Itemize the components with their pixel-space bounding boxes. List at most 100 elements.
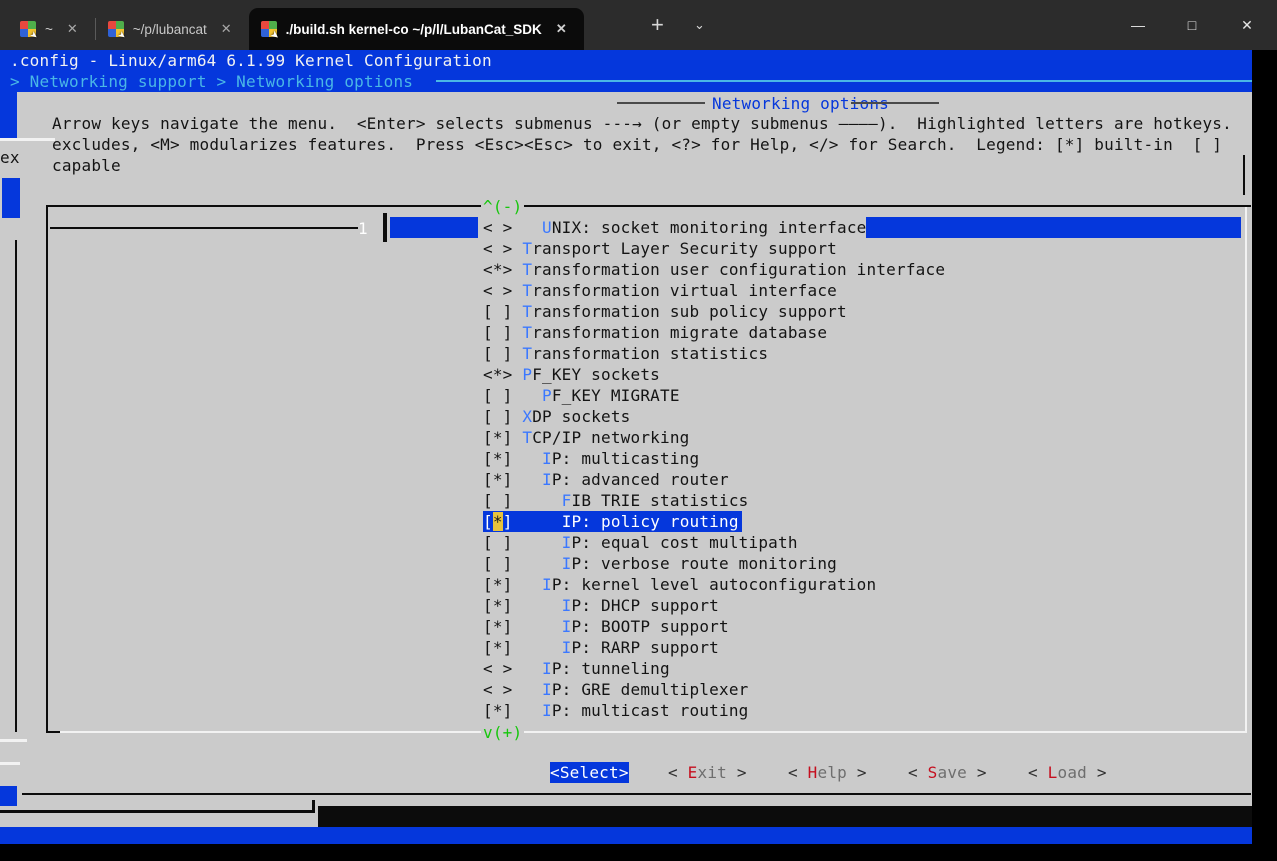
- checkbox-state: [ ]: [483, 554, 562, 573]
- hotkey-letter: I: [562, 638, 572, 657]
- checkbox-state: [*]: [483, 596, 562, 615]
- checkbox-state: [*]: [483, 701, 542, 720]
- menu-item-label: P: GRE demultiplexer: [552, 680, 749, 699]
- kernel-config-title-bar: .config - Linux/arm64 6.1.99 Kernel Conf…: [0, 50, 1252, 71]
- maximize-button[interactable]: □: [1169, 0, 1215, 50]
- menu-item[interactable]: [*] IP: multicast routing: [483, 700, 749, 721]
- minimize-button[interactable]: —: [1115, 0, 1161, 50]
- hotkey-letter: I: [542, 701, 552, 720]
- hotkey-letter: I: [562, 554, 572, 573]
- menu-item[interactable]: < > IP: GRE demultiplexer: [483, 679, 749, 700]
- checkbox-state: <*>: [483, 365, 522, 384]
- button-bracket: >: [967, 763, 987, 782]
- button-bracket: >: [847, 763, 867, 782]
- menu-item[interactable]: [ ] Transformation statistics: [483, 343, 768, 364]
- select-button[interactable]: <Select>: [550, 762, 629, 783]
- menu-item-label: IP: policy routing: [513, 512, 739, 531]
- terminal-app-icon: [261, 21, 277, 37]
- menu-item-label: ransformation user configuration interfa…: [532, 260, 945, 279]
- terminal-tab-1[interactable]: ~✕: [8, 8, 95, 50]
- menu-item[interactable]: [ ] XDP sockets: [483, 406, 631, 427]
- menu-item[interactable]: [*] IP: policy routing: [483, 511, 742, 532]
- hotkey-letter: I: [562, 596, 572, 615]
- menu-item[interactable]: [ ] IP: equal cost multipath: [483, 532, 798, 553]
- tab-title: ~: [45, 22, 53, 37]
- help-line-3: capable: [52, 155, 121, 176]
- button-bracket: <: [788, 763, 808, 782]
- checkbox-state: [ ]: [483, 302, 522, 321]
- menu-item[interactable]: [*] TCP/IP networking: [483, 427, 690, 448]
- checkbox-state: < >: [483, 659, 542, 678]
- new-tab-button[interactable]: +: [651, 12, 664, 38]
- button-bracket: >: [1087, 763, 1107, 782]
- bottom-blue-bar: [0, 827, 1252, 844]
- tab-close-icon[interactable]: ✕: [62, 19, 83, 39]
- menu-item[interactable]: <*> PF_KEY sockets: [483, 364, 660, 385]
- tab-close-icon[interactable]: ✕: [551, 19, 572, 39]
- menu-item-label: P: multicast routing: [552, 701, 749, 720]
- menu-item[interactable]: [ ] PF_KEY MIGRATE: [483, 385, 680, 406]
- checkbox-state: < >: [483, 218, 542, 237]
- artifact-bottom-line: [0, 810, 315, 813]
- hotkey-letter: I: [562, 533, 572, 552]
- hotkey-letter: I: [562, 617, 572, 636]
- menu-item[interactable]: < > Transport Layer Security support: [483, 238, 837, 259]
- hotkey-letter: T: [522, 428, 532, 447]
- menu-item[interactable]: [*] IP: advanced router: [483, 469, 729, 490]
- artifact-bottom-tick: [312, 800, 315, 813]
- menu-item[interactable]: <*> Transformation user configuration in…: [483, 259, 945, 280]
- checkbox-state: [ ]: [483, 323, 522, 342]
- scroll-up-indicator: ^(-): [481, 196, 524, 217]
- menu-item[interactable]: [*] IP: multicasting: [483, 448, 699, 469]
- help-button[interactable]: < Help >: [788, 762, 867, 783]
- artifact-vline-right: [1243, 155, 1245, 195]
- hotkey-letter: I: [542, 449, 552, 468]
- button-label: ave: [938, 763, 968, 782]
- terminal-tab-2[interactable]: ~/p/lubancat ✕: [96, 8, 249, 50]
- checkbox-state: [*]: [483, 470, 542, 489]
- menu-item-label: IB TRIE statistics: [572, 491, 749, 510]
- under-dialog-black: [318, 806, 1252, 827]
- menu-item[interactable]: < > Transformation virtual interface: [483, 280, 837, 301]
- menu-item-label: P: RARP support: [572, 638, 720, 657]
- menu-item[interactable]: [ ] Transformation migrate database: [483, 322, 827, 343]
- menu-item[interactable]: [*] IP: kernel level autoconfiguration: [483, 574, 876, 595]
- menu-item-label: ransformation sub policy support: [532, 302, 847, 321]
- menu-item[interactable]: < > UNIX: socket monitoring interface: [483, 217, 867, 238]
- exit-button[interactable]: < Exit >: [668, 762, 747, 783]
- menu-item-label: F_KEY sockets: [532, 365, 660, 384]
- hotkey-letter: U: [542, 218, 552, 237]
- artifact-white-line2: [0, 739, 27, 742]
- artifact-stray-one: 1: [358, 218, 368, 239]
- close-button[interactable]: ✕: [1224, 0, 1270, 50]
- button-bracket: <: [668, 763, 688, 782]
- listbox-border-left: [46, 205, 48, 733]
- menu-item[interactable]: [ ] IP: verbose route monitoring: [483, 553, 837, 574]
- menu-item[interactable]: [*] IP: RARP support: [483, 637, 719, 658]
- button-hotkey: H: [808, 763, 818, 782]
- tab-title: ~/p/lubancat: [133, 22, 207, 37]
- checkbox-state: [ ]: [483, 344, 522, 363]
- load-button[interactable]: < Load >: [1028, 762, 1107, 783]
- menu-item[interactable]: [ ] FIB TRIE statistics: [483, 490, 749, 511]
- hotkey-letter: P: [522, 365, 532, 384]
- artifact-blue-square: [0, 786, 17, 806]
- artifact-white-line3: [0, 762, 20, 765]
- save-button[interactable]: < Save >: [908, 762, 987, 783]
- menu-item[interactable]: < > IP: tunneling: [483, 658, 670, 679]
- hotkey-letter: I: [542, 470, 552, 489]
- menu-item[interactable]: [*] IP: BOOTP support: [483, 616, 729, 637]
- artifact-blue-strip: [0, 92, 17, 138]
- tab-dropdown-icon[interactable]: ⌄: [694, 17, 705, 33]
- button-bracket: <: [908, 763, 928, 782]
- listbox-border-bottom: [60, 731, 1245, 733]
- menu-item-label: DP sockets: [532, 407, 630, 426]
- breadcrumb: > Networking support > Networking option…: [10, 71, 413, 92]
- terminal-tab-3[interactable]: ./build.sh kernel-co ~/p/l/LubanCat_SDK✕: [249, 8, 584, 50]
- artifact-vline-left: [15, 240, 17, 732]
- menu-item-label: P: tunneling: [552, 659, 670, 678]
- tab-close-icon[interactable]: ✕: [216, 19, 237, 39]
- menu-item-label: ransformation statistics: [532, 344, 768, 363]
- menu-item[interactable]: [ ] Transformation sub policy support: [483, 301, 847, 322]
- menu-item[interactable]: [*] IP: DHCP support: [483, 595, 719, 616]
